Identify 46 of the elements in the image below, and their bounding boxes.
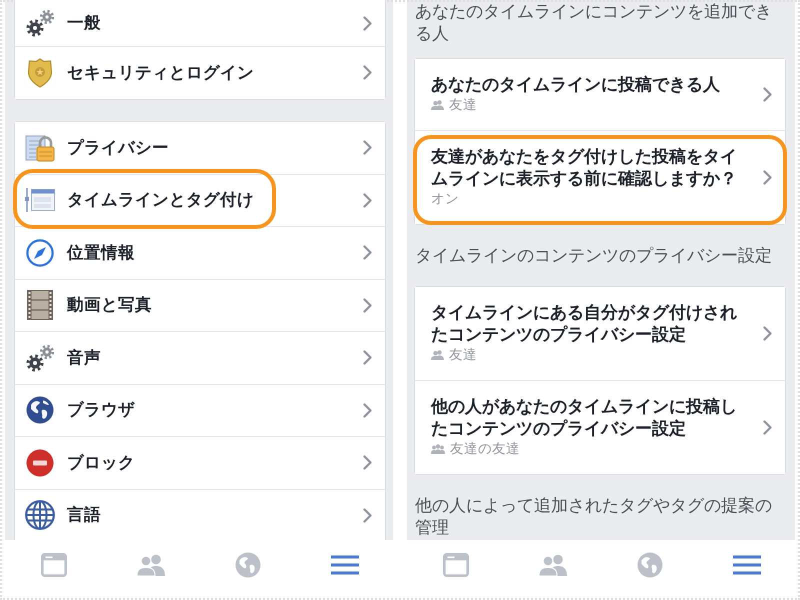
chevron-icon (763, 420, 772, 434)
setting-value: 友達 (449, 96, 477, 114)
chevron-icon (363, 16, 372, 30)
padlock-icon (25, 132, 55, 163)
menu-icon (330, 555, 358, 575)
people-icon (538, 554, 568, 576)
globe-grid-icon (25, 500, 55, 530)
section-heading: あなたのタイムラインにコンテンツを追加できる人 (414, 1, 773, 45)
window-icon (40, 553, 66, 577)
friends-icon (431, 350, 444, 360)
chevron-icon (363, 455, 372, 470)
settings-row[interactable]: 友達があなたをタグ付けした投稿をタイムラインに表示する前に確認しますか？ オン (415, 130, 785, 224)
chevron-icon (363, 192, 372, 208)
chevron-icon (363, 140, 372, 156)
globe-icon (26, 396, 54, 424)
globe-icon (636, 552, 662, 578)
window-icon (25, 187, 55, 214)
window-icon (442, 553, 468, 577)
group-icon (431, 444, 445, 454)
setting-value: 友達 (449, 346, 477, 364)
setting-value: オン (431, 190, 459, 208)
globe-icon (234, 552, 260, 578)
chevron-icon (363, 298, 372, 313)
settings-row[interactable]: 他の人があなたのタイムラインに投稿したコンテンツのプライバシー設定 友達の友達 (415, 380, 785, 474)
chevron-icon (363, 508, 372, 523)
chevron-icon (763, 86, 772, 102)
menu-icon (732, 555, 760, 575)
film-strip-icon (27, 290, 53, 320)
no-entry-icon (26, 448, 54, 477)
compass-icon (26, 238, 54, 267)
chevron-icon (363, 245, 372, 260)
gears-icon (25, 344, 55, 372)
badge-icon (27, 58, 53, 88)
chevron-icon (763, 326, 772, 340)
gears-icon (25, 9, 55, 37)
chevron-icon (763, 170, 772, 184)
chevron-icon (363, 350, 372, 366)
people-icon (136, 554, 166, 576)
chevron-icon (363, 402, 372, 418)
section-heading: 他の人によって追加されたタグやタグの提案の管理 (414, 495, 773, 539)
settings-row[interactable]: セキュリティとログイン (15, 46, 385, 98)
section-heading: タイムラインのコンテンツのプライバシー設定 (414, 245, 773, 267)
settings-row[interactable]: 言語 (15, 488, 385, 540)
setting-value: 友達の友達 (450, 440, 520, 458)
friends-icon (431, 100, 444, 110)
chevron-icon (363, 65, 372, 80)
